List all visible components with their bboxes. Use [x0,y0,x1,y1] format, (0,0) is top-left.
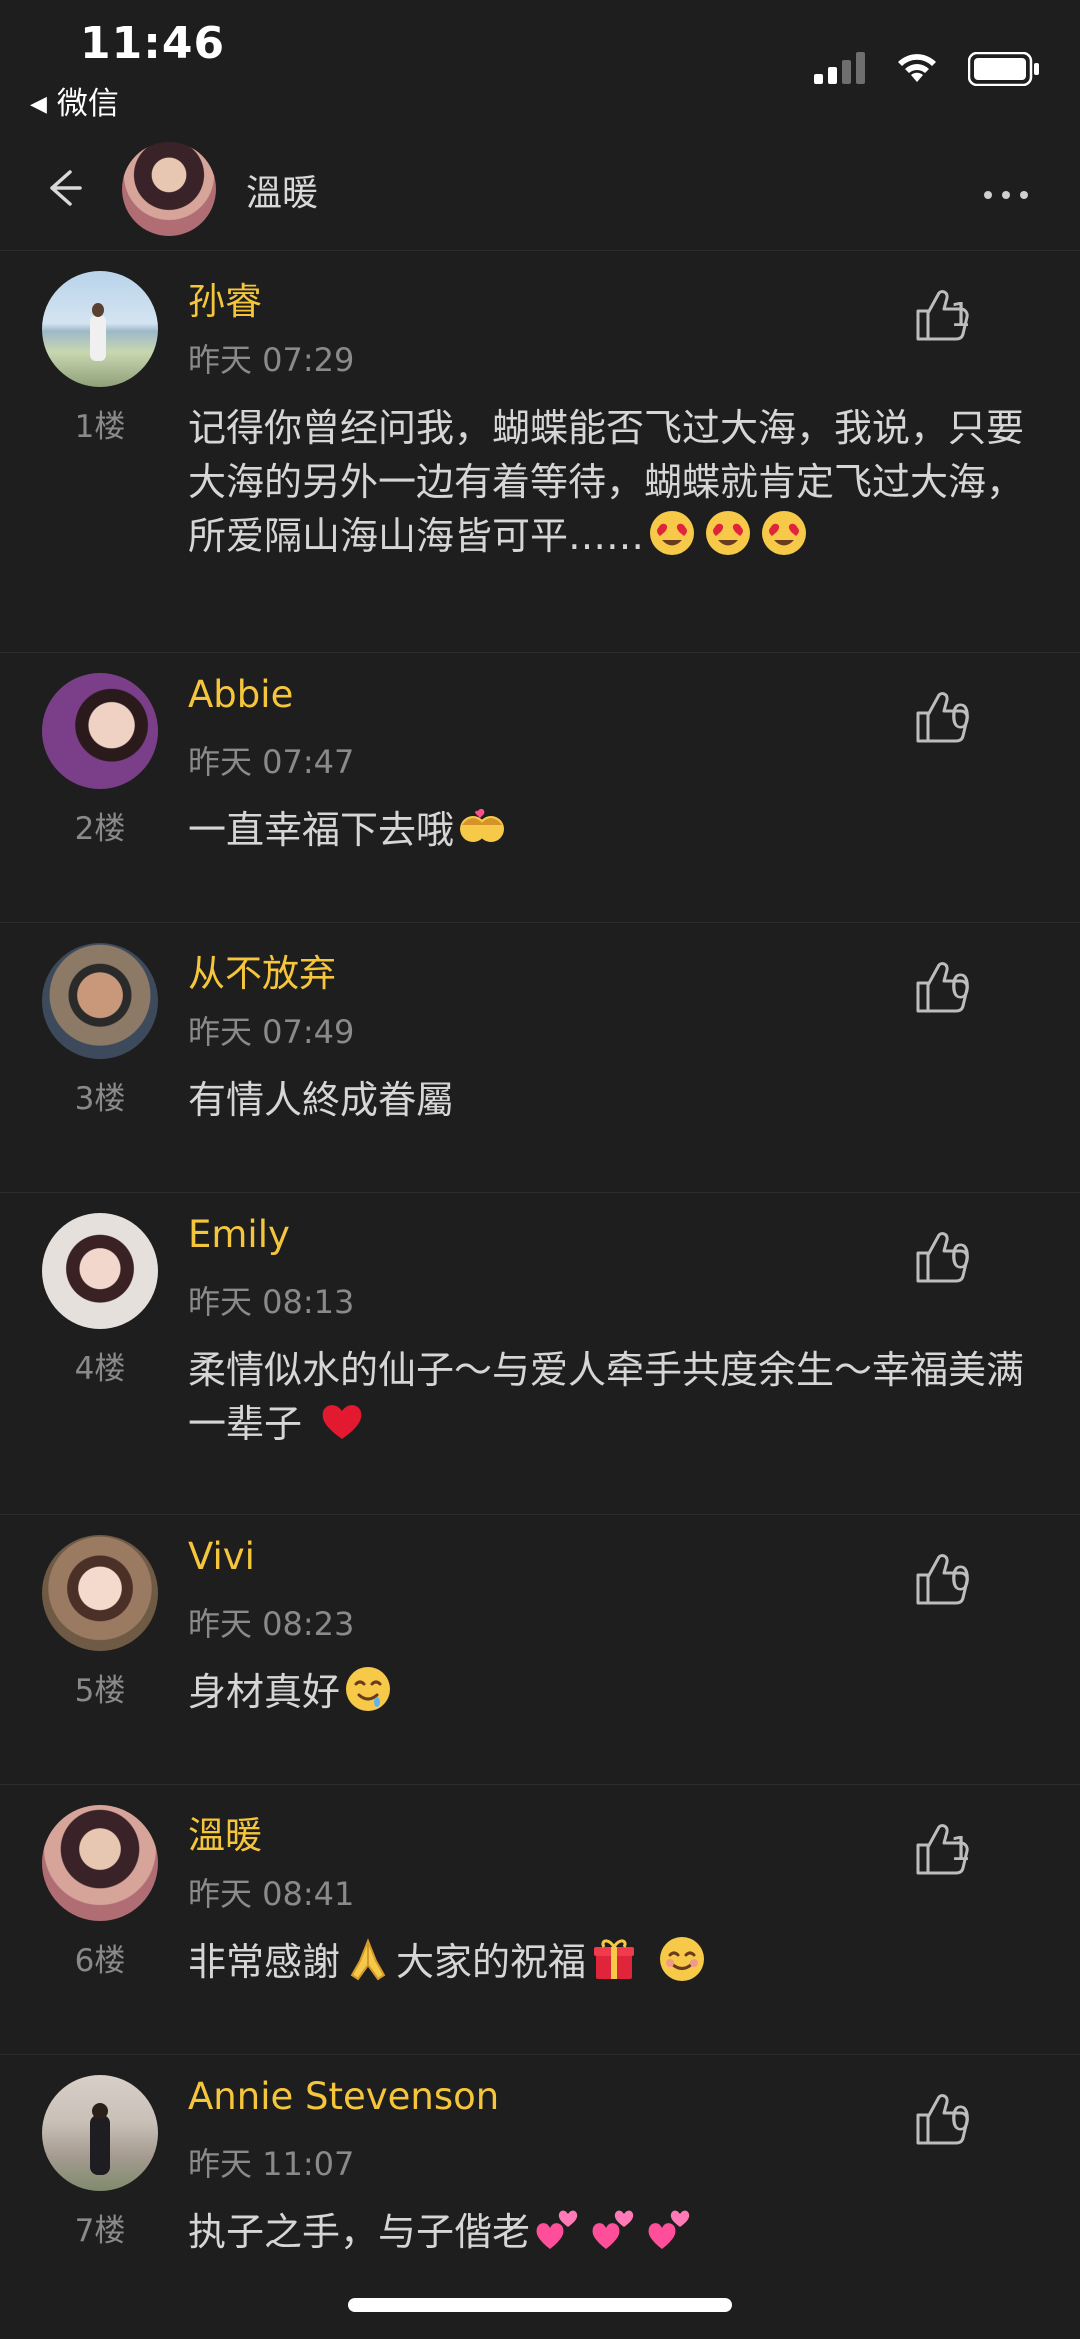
header-bar: 溫暖 [0,128,1080,251]
comment-text: 身材真好 [188,1665,1038,1719]
comment-text-part-a: 非常感謝 [188,1940,341,1984]
commenter-avatar[interactable] [42,2075,158,2191]
comment-list: 1楼 孙睿 昨天 07:29 1 记得你曾经问我，蝴蝶能否飞过大海，我说，只要大… [0,251,1080,2325]
more-options-icon[interactable] [974,184,1028,203]
two-hearts-emoji-icon [536,2210,578,2249]
comment-item: 2楼 Abbie 昨天 07:47 0 一直幸福下去哦 [0,653,1080,923]
comment-time: 昨天 08:41 [188,1875,355,1913]
comment-text-body: 执子之手，与子偕老 [188,2210,531,2254]
two-hearts-emoji-icon [648,2210,690,2249]
comment-text-body: 柔情似水的仙子～与爱人牵手共度余生～幸福美满一辈子 [188,1348,1025,1446]
comment-time: 昨天 07:47 [188,743,355,781]
status-bar: 11:46 ◀ 微信 [0,0,1080,128]
comment-text: 柔情似水的仙子～与爱人牵手共度余生～幸福美满一辈子 [188,1343,1038,1451]
commenter-avatar[interactable] [42,1805,158,1921]
like-count: 0 [950,1237,971,1276]
red-heart-emoji-icon [322,1405,362,1439]
comment-item: 4楼 Emily 昨天 08:13 0 柔情似水的仙子～与爱人牵手共度余生～幸福… [0,1193,1080,1515]
floor-label: 5楼 [74,1673,126,1709]
like-count: 0 [950,2099,971,2138]
header-avatar[interactable] [122,142,216,236]
floor-label: 3楼 [74,1081,126,1117]
commenter-name[interactable]: Vivi [188,1535,255,1578]
floor-label: 1楼 [74,409,126,445]
two-hearts-emoji-icon [592,2210,634,2249]
back-to-app-button[interactable]: ◀ 微信 [30,78,119,123]
commenter-name[interactable]: 溫暖 [188,1805,262,1859]
floor-label: 7楼 [74,2213,126,2249]
comment-time: 昨天 07:29 [188,341,355,379]
heart-eyes-emoji-icon [762,511,807,555]
commenter-name[interactable]: Annie Stevenson [188,2075,499,2118]
like-count: 0 [950,1559,971,1598]
comment-time: 昨天 07:49 [188,1013,355,1051]
comment-item: 7楼 Annie Stevenson 昨天 11:07 0 执子之手，与子偕老 [0,2055,1080,2325]
commenter-avatar[interactable] [42,271,158,387]
commenter-avatar[interactable] [42,673,158,789]
comment-item: 6楼 溫暖 昨天 08:41 1 非常感謝 大家的祝福 [0,1785,1080,2055]
heart-eyes-emoji-icon [706,511,751,555]
gift-emoji-icon [594,1939,635,1979]
header-title: 溫暖 [246,173,319,214]
comment-item: 1楼 孙睿 昨天 07:29 1 记得你曾经问我，蝴蝶能否飞过大海，我说，只要大… [0,251,1080,653]
comment-text-body: 有情人終成眷屬 [188,1078,455,1122]
home-indicator[interactable] [348,2298,732,2312]
commenter-name[interactable]: Abbie [188,673,293,716]
status-icons [780,48,1040,88]
comment-text-body: 记得你曾经问我，蝴蝶能否飞过大海，我说，只要大海的另外一边有着等待，蝴蝶就肯定飞… [188,406,1025,558]
comment-time: 昨天 11:07 [188,2145,355,2183]
floor-label: 4楼 [74,1351,126,1387]
comment-text: 有情人終成眷屬 [188,1073,1038,1127]
back-arrow-icon[interactable] [40,164,88,212]
commenter-avatar[interactable] [42,943,158,1059]
like-count: 1 [950,1829,971,1868]
comment-time: 昨天 08:13 [188,1283,355,1321]
comment-text: 执子之手，与子偕老 [188,2205,1038,2259]
like-count: 0 [950,697,971,736]
battery-icon [968,52,1039,86]
commenter-name[interactable]: Emily [188,1213,290,1256]
comment-text: 记得你曾经问我，蝴蝶能否飞过大海，我说，只要大海的另外一边有着等待，蝴蝶就肯定飞… [188,401,1038,563]
comment-text: 一直幸福下去哦 [188,803,1038,857]
wifi-icon [898,54,936,82]
commenter-avatar[interactable] [42,1535,158,1651]
comment-text: 非常感謝 大家的祝福 [188,1935,1038,1989]
couple-kiss-emoji-icon [460,808,505,842]
folded-hands-emoji-icon [350,1938,386,1981]
comment-item: 5楼 Vivi 昨天 08:23 0 身材真好 [0,1515,1080,1785]
comment-item: 3楼 从不放弃 昨天 07:49 0 有情人終成眷屬 [0,923,1080,1193]
comment-text-part-b: 大家的祝福 [396,1940,587,1984]
comment-time: 昨天 08:23 [188,1605,355,1643]
back-triangle-icon: ◀ [30,92,47,117]
like-count: 0 [950,967,971,1006]
like-count: 1 [950,295,971,334]
comment-text-body: 一直幸福下去哦 [188,808,455,852]
commenter-name[interactable]: 孙睿 [188,271,262,325]
floor-label: 2楼 [74,811,126,847]
smiling-face-emoji-icon [660,1937,705,1981]
commenter-avatar[interactable] [42,1213,158,1329]
back-app-label: 微信 [56,86,119,122]
commenter-name[interactable]: 从不放弃 [188,943,336,997]
comment-text-body: 身材真好 [188,1670,341,1714]
floor-label: 6楼 [74,1943,126,1979]
heart-eyes-emoji-icon [650,511,695,555]
status-time: 11:46 [80,18,226,69]
cellular-signal-icon [814,52,865,84]
comment-page: 11:46 ◀ 微信 溫暖 1楼 孙睿 昨天 07:29 1 记得你曾经问我，蝴… [0,0,1080,2339]
drooling-face-emoji-icon [346,1667,391,1711]
